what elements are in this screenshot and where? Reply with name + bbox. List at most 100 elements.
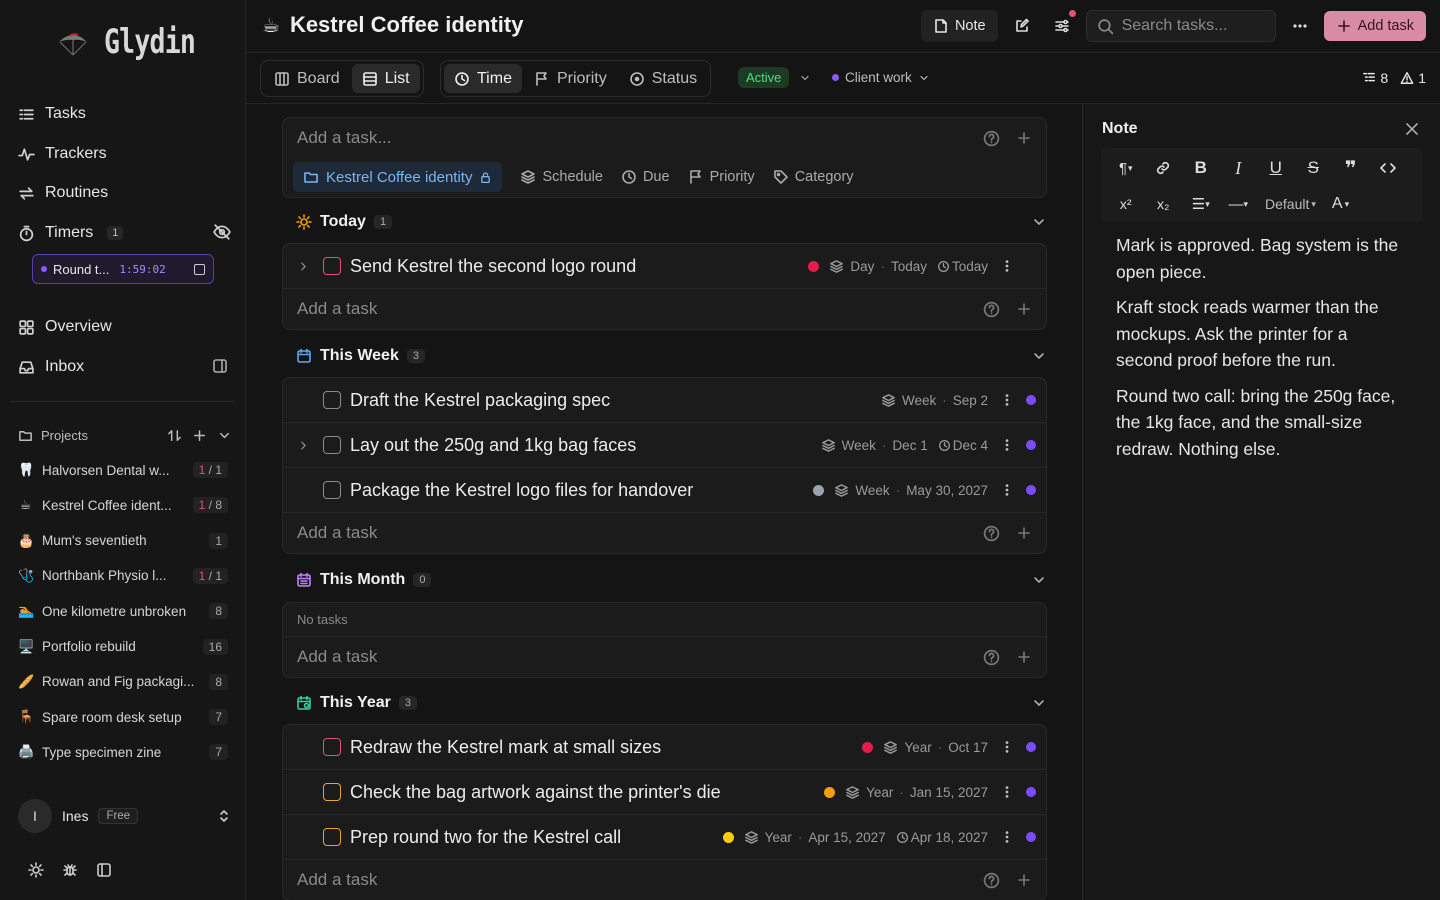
task-menu-button[interactable] xyxy=(1000,393,1014,407)
project-item[interactable]: 🥖 Rowan and Fig packagi... 8 xyxy=(18,671,228,693)
section-month[interactable]: This Month 0 xyxy=(296,571,1047,589)
font-color-select[interactable]: A ▾ xyxy=(1324,195,1357,213)
task-checkbox[interactable] xyxy=(323,257,341,275)
superscript-icon[interactable]: x² xyxy=(1107,190,1145,218)
task-row[interactable]: Check the bag artwork against the printe… xyxy=(283,770,1046,815)
note-button[interactable]: Note xyxy=(920,10,998,42)
task-row[interactable]: Package the Kestrel logo files for hando… xyxy=(283,468,1046,513)
task-checkbox[interactable] xyxy=(323,436,341,454)
bold-icon[interactable]: B xyxy=(1182,154,1220,182)
tab-status[interactable]: Status xyxy=(619,64,707,93)
nav-tasks[interactable]: Tasks xyxy=(18,102,86,126)
plus-icon[interactable] xyxy=(1016,649,1032,665)
nav-trackers[interactable]: Trackers xyxy=(18,142,107,166)
eye-off-icon[interactable] xyxy=(213,223,231,241)
nav-overview[interactable]: Overview xyxy=(18,315,112,339)
chevron-down-icon[interactable] xyxy=(217,428,232,443)
chevron-right-icon[interactable] xyxy=(297,439,310,452)
nav-timers[interactable]: Timers 1 xyxy=(18,221,124,245)
section-year[interactable]: This Year 3 xyxy=(296,694,1047,712)
due-chip[interactable]: Due xyxy=(621,169,670,185)
category-chip[interactable]: Category xyxy=(773,169,854,185)
stop-timer-icon[interactable] xyxy=(194,263,205,275)
tab-priority[interactable]: Priority xyxy=(524,64,617,93)
task-menu-button[interactable] xyxy=(1000,785,1014,799)
task-menu-button[interactable] xyxy=(1000,438,1014,452)
quote-icon[interactable]: ❞ xyxy=(1332,154,1370,182)
nav-inbox[interactable]: Inbox xyxy=(18,355,84,379)
help-circle-icon[interactable] xyxy=(983,872,1000,889)
expand-toggle[interactable] xyxy=(297,439,313,452)
status-filter[interactable]: Active xyxy=(738,67,811,88)
plus-icon[interactable] xyxy=(1016,872,1032,888)
bug-icon[interactable] xyxy=(62,862,78,878)
task-checkbox[interactable] xyxy=(323,783,341,801)
chevron-down-icon[interactable] xyxy=(1031,695,1047,711)
nav-routines[interactable]: Routines xyxy=(18,181,108,205)
sidebar-panel-icon[interactable] xyxy=(212,358,228,374)
section-week[interactable]: This Week 3 xyxy=(296,347,1047,365)
expand-toggle[interactable] xyxy=(297,260,313,273)
task-menu-button[interactable] xyxy=(1000,259,1014,273)
project-item[interactable]: 🎂 Mum's seventieth 1 xyxy=(18,530,228,552)
help-circle-icon[interactable] xyxy=(983,649,1000,666)
help-circle-icon[interactable] xyxy=(983,301,1000,318)
task-menu-button[interactable] xyxy=(1000,830,1014,844)
divider-icon[interactable]: — ▾ xyxy=(1220,190,1258,218)
task-checkbox[interactable] xyxy=(323,481,341,499)
project-item[interactable]: 🪑 Spare room desk setup 7 xyxy=(18,706,228,728)
chevron-right-icon[interactable] xyxy=(297,260,310,273)
new-task-input[interactable]: Add a task... xyxy=(297,128,983,148)
help-circle-icon[interactable] xyxy=(983,525,1000,542)
code-icon[interactable] xyxy=(1370,154,1408,182)
task-row[interactable]: Prep round two for the Kestrel call Year… xyxy=(283,815,1046,860)
edit-button[interactable] xyxy=(1006,10,1038,42)
add-task-button[interactable]: Add task xyxy=(1323,11,1426,41)
project-item[interactable]: 🦷 Halvorsen Dental w... 1 / 1 xyxy=(18,459,228,481)
layout-sidebar-icon[interactable] xyxy=(96,862,112,878)
add-task-row[interactable]: Add a task xyxy=(283,860,1046,900)
italic-icon[interactable]: I xyxy=(1220,154,1258,182)
chevron-down-icon[interactable] xyxy=(1031,214,1047,230)
plus-icon[interactable] xyxy=(192,428,207,443)
note-content[interactable]: Mark is approved. Bag system is the open… xyxy=(1116,232,1406,471)
more-options-button[interactable] xyxy=(1284,10,1316,42)
align-icon[interactable]: ☰ ▾ xyxy=(1182,190,1220,218)
task-row[interactable]: Send Kestrel the second logo round Day · T… xyxy=(283,244,1046,289)
chevron-down-icon[interactable] xyxy=(1031,348,1047,364)
plus-icon[interactable] xyxy=(1016,525,1032,541)
plus-icon[interactable] xyxy=(1016,301,1032,317)
add-task-row[interactable]: Add a task xyxy=(283,513,1046,553)
tab-time[interactable]: Time xyxy=(444,64,522,93)
subscript-icon[interactable]: x₂ xyxy=(1145,190,1183,218)
settings-sliders-button[interactable] xyxy=(1046,10,1078,42)
tab-list[interactable]: List xyxy=(351,64,420,93)
underline-icon[interactable]: U xyxy=(1257,154,1295,182)
close-icon[interactable] xyxy=(1404,121,1420,137)
subtask-stat[interactable]: 8 xyxy=(1362,70,1388,86)
strikethrough-icon[interactable]: S xyxy=(1295,154,1333,182)
task-row[interactable]: Redraw the Kestrel mark at small sizes Y… xyxy=(283,725,1046,770)
task-row[interactable]: Lay out the 250g and 1kg bag faces Week ·… xyxy=(283,423,1046,468)
project-item[interactable]: ☕ Kestrel Coffee ident... 1 / 8 xyxy=(18,494,228,516)
task-menu-button[interactable] xyxy=(1000,483,1014,497)
link-icon[interactable] xyxy=(1145,154,1183,182)
task-menu-button[interactable] xyxy=(1000,740,1014,754)
project-item[interactable]: 🖨️ Type specimen zine 7 xyxy=(18,741,228,763)
category-filter[interactable]: Client work xyxy=(832,70,930,85)
app-logo[interactable]: Glydin xyxy=(56,22,221,62)
paragraph-style-icon[interactable]: ¶ ▾ xyxy=(1107,154,1145,182)
task-checkbox[interactable] xyxy=(323,828,341,846)
plus-icon[interactable] xyxy=(1016,130,1032,146)
search-input[interactable] xyxy=(1121,17,1262,35)
add-task-row[interactable]: Add a task xyxy=(283,289,1046,329)
task-row[interactable]: Draft the Kestrel packaging spec Week · Se… xyxy=(283,378,1046,423)
task-checkbox[interactable] xyxy=(323,391,341,409)
chevron-down-icon[interactable] xyxy=(1031,572,1047,588)
priority-chip[interactable]: Priority xyxy=(688,169,755,185)
add-task-row[interactable]: Add a task xyxy=(283,637,1046,677)
section-today[interactable]: Today 1 xyxy=(296,213,1047,231)
user-menu[interactable]: I Ines Free xyxy=(18,797,232,835)
help-circle-icon[interactable] xyxy=(983,130,1000,147)
running-timer-chip[interactable]: Round t... 1:59:02 xyxy=(32,254,214,284)
